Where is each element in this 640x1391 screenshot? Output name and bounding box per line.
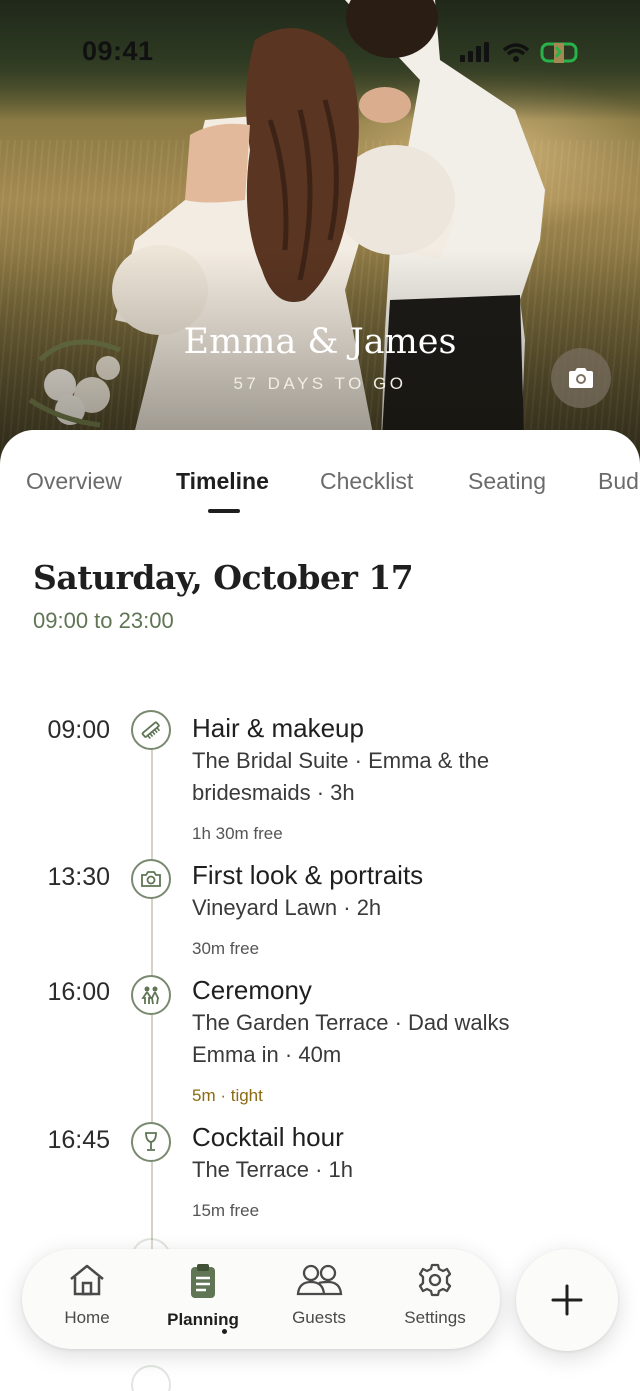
tab-timeline[interactable]: Timeline (176, 468, 269, 495)
event-time: 09:00 (47, 716, 110, 744)
timeline-node (131, 710, 171, 750)
hero-photo: 09:41 Emma & James 57 DAYS TO GO (0, 0, 640, 470)
plus-icon (551, 1284, 583, 1316)
tab-budget[interactable]: Bud (598, 468, 639, 495)
day-title: Saturday, October 17 (33, 558, 414, 597)
status-time: 09:41 (82, 36, 154, 66)
couple-names: Emma & James (183, 322, 457, 362)
event-time: 16:45 (47, 1126, 110, 1154)
clipboard-icon (191, 1264, 215, 1298)
event-detail: The Bridal Suite · Emma & the bridesmaid… (192, 748, 490, 805)
nav-settings-label: Settings (404, 1308, 466, 1327)
tab-checklist[interactable]: Checklist (320, 468, 413, 495)
timeline-line (151, 750, 153, 1310)
timeline-node (131, 859, 171, 899)
event-detail: The Garden Terrace · Dad walks Emma in ·… (192, 1010, 510, 1067)
countdown-label: 57 DAYS TO GO (233, 374, 407, 393)
add-event-button[interactable] (516, 1249, 618, 1351)
camera-icon (141, 871, 161, 887)
nav-settings[interactable]: Settings (385, 1263, 485, 1328)
gap-label: 1h 30m free (192, 824, 283, 843)
camera-icon (569, 368, 593, 388)
comb-icon (141, 721, 161, 739)
gap-label-tight: 5m · tight (192, 1086, 263, 1105)
day-time-range: 09:00 to 23:00 (33, 608, 174, 633)
change-photo-button[interactable] (551, 348, 611, 408)
couple-icon (141, 986, 159, 1005)
tab-overview[interactable]: Overview (26, 468, 122, 495)
timeline-node (131, 975, 171, 1015)
nav-guests[interactable]: Guests (269, 1263, 369, 1328)
event-detail: Vineyard Lawn · 2h (192, 895, 382, 920)
event-time: 16:00 (47, 978, 110, 1006)
bottom-nav: Home Planning Guests Settings (22, 1249, 500, 1349)
planning-sheet: Overview Timeline Checklist Seating Bud … (0, 430, 640, 1391)
nav-home[interactable]: Home (37, 1263, 137, 1328)
event-title[interactable]: Hair & makeup (192, 713, 364, 744)
status-icons (460, 40, 580, 69)
tab-seating[interactable]: Seating (468, 468, 546, 495)
section-tabs: Overview Timeline Checklist Seating Bud (0, 468, 640, 508)
signal-wifi-battery-icons (460, 42, 578, 63)
event-title[interactable]: First look & portraits (192, 860, 423, 891)
users-icon (296, 1264, 343, 1296)
home-icon (70, 1264, 104, 1296)
gap-label: 15m free (192, 1201, 260, 1220)
active-nav-dot (222, 1329, 227, 1334)
glass-icon (145, 1132, 157, 1151)
event-title[interactable]: Cocktail hour (192, 1122, 344, 1153)
gap-label: 30m free (192, 939, 260, 958)
active-tab-indicator (208, 509, 240, 513)
nav-planning-label: Planning (167, 1310, 239, 1329)
status-bar: 09:41 (0, 0, 640, 100)
gear-icon (418, 1263, 452, 1297)
event-title[interactable]: Ceremony (192, 975, 312, 1006)
event-time: 13:30 (47, 863, 110, 891)
timeline-node (131, 1122, 171, 1162)
timeline-node (131, 1365, 171, 1391)
nav-guests-label: Guests (292, 1308, 346, 1327)
event-detail: The Terrace · 1h (192, 1157, 354, 1182)
nav-home-label: Home (64, 1308, 110, 1327)
nav-planning[interactable]: Planning (153, 1263, 253, 1330)
